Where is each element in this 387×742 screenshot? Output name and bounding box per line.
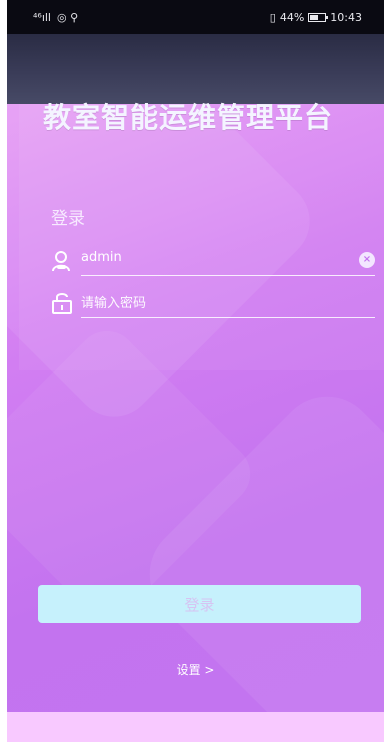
form-panel [19, 104, 384, 370]
login-heading: 登录 [51, 209, 85, 229]
password-field[interactable] [51, 290, 375, 318]
clock: 10:43 [330, 11, 362, 24]
battery-percent: 44% [279, 11, 305, 24]
password-underline [81, 317, 375, 318]
lock-icon [51, 292, 73, 314]
app-title: 教室智能运维管理平台 [43, 101, 334, 134]
status-bar: ⁴⁶ıll ◎ ⚲ ▯ 44% 10:43 [7, 0, 384, 34]
username-underline [81, 275, 375, 276]
clear-icon[interactable]: × [359, 252, 375, 268]
phone-screen: ⁴⁶ıll ◎ ⚲ ▯ 44% 10:43 教室智能运维管理平台 登录 admi… [7, 0, 384, 742]
settings-link[interactable]: 设置 > [7, 661, 384, 678]
battery-icon [308, 13, 329, 22]
username-field[interactable]: admin × [51, 248, 375, 276]
password-input[interactable] [81, 290, 373, 316]
login-button[interactable]: 登录 [38, 585, 361, 623]
bottom-bar [7, 712, 384, 742]
status-icons-left: ◎ ⚲ [57, 11, 79, 24]
username-input[interactable]: admin [81, 250, 122, 265]
vibrate-icon: ▯ [269, 11, 276, 24]
status-right: ▯ 44% 10:43 [270, 11, 362, 24]
header-band [7, 34, 384, 104]
user-icon [51, 250, 73, 272]
signal-icon: ⁴⁶ıll [33, 11, 51, 24]
status-left: ⁴⁶ıll ◎ ⚲ [33, 11, 78, 24]
